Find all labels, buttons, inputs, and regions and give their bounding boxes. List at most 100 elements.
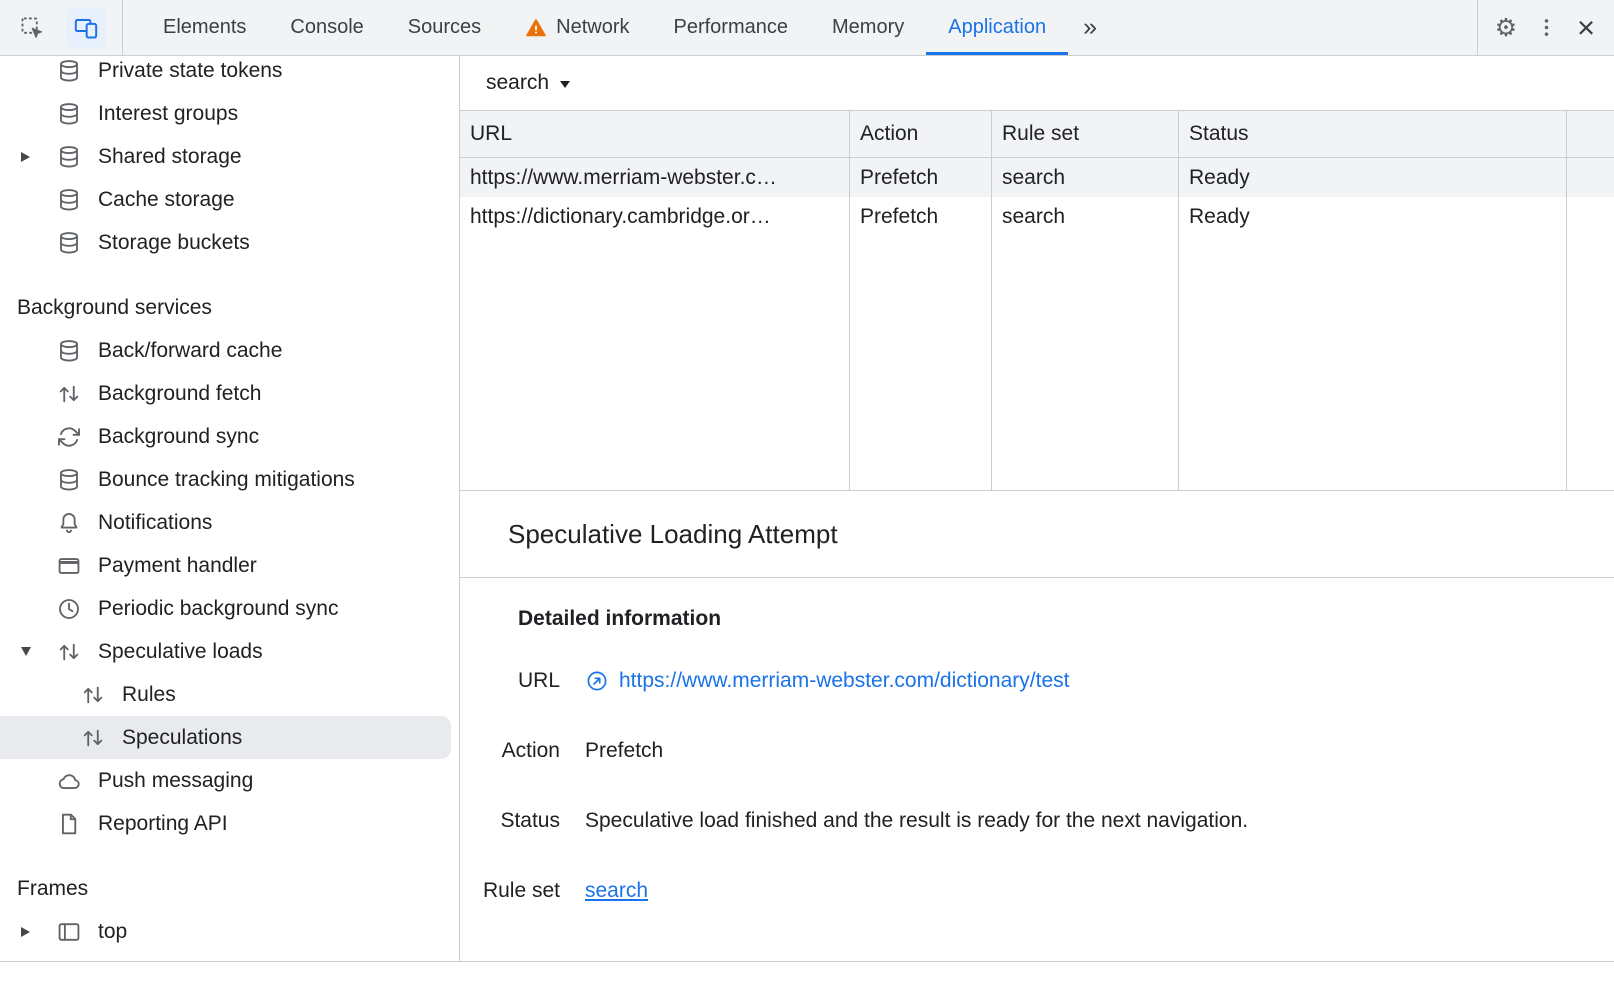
swap-vertical-icon: [80, 725, 106, 751]
database-icon: [56, 58, 82, 84]
tab-memory[interactable]: Memory: [810, 0, 926, 55]
settings-button[interactable]: ⚙: [1486, 8, 1526, 48]
sidebar-tree: Private state tokens Interest groups Sha…: [0, 56, 459, 953]
cell-rule-set-0[interactable]: search: [992, 158, 1179, 197]
tab-performance[interactable]: Performance: [652, 0, 811, 55]
details-pane: Detailed information URL https://www.mer…: [460, 578, 1614, 926]
detail-row-rule-set: Rule set search: [460, 856, 1614, 926]
sidebar-item-storage-buckets[interactable]: Storage buckets: [0, 221, 459, 264]
tab-sources[interactable]: Sources: [386, 0, 503, 55]
sidebar-item-label: Interest groups: [98, 102, 238, 126]
rule-set-link[interactable]: search: [585, 879, 648, 903]
document-icon: [56, 811, 82, 837]
reveal-icon[interactable]: [585, 669, 609, 693]
sidebar-item-cache-storage[interactable]: Cache storage: [0, 178, 459, 221]
close-devtools-button[interactable]: ×: [1566, 8, 1606, 48]
tab-network[interactable]: Network: [503, 0, 651, 55]
sidebar-item-label: Periodic background sync: [98, 597, 338, 621]
sidebar-item-label: Payment handler: [98, 554, 257, 578]
detail-row-status: Status Speculative load finished and the…: [460, 786, 1614, 856]
detail-label: Rule set: [460, 879, 560, 903]
sidebar-section-background-services: Background services: [0, 286, 459, 329]
tab-console[interactable]: Console: [268, 0, 385, 55]
sidebar-item-speculations[interactable]: Speculations: [0, 716, 451, 759]
kebab-menu-icon: [1534, 15, 1559, 40]
tab-application[interactable]: Application: [926, 0, 1068, 55]
inspect-element-button[interactable]: [12, 8, 52, 48]
devtools-toolbar: Elements Console Sources Network Perform…: [0, 0, 1614, 56]
chevron-down-icon: [560, 81, 570, 88]
device-toolbar-button[interactable]: [66, 8, 106, 48]
chevron-double-right-icon: »: [1083, 13, 1097, 42]
database-icon: [56, 101, 82, 127]
row-filler: [1567, 158, 1614, 197]
row-filler: [1567, 197, 1614, 236]
grid-filler: [460, 236, 850, 490]
detail-row-action: Action Prefetch: [460, 716, 1614, 786]
toolbar-left: Elements Console Sources Network Perform…: [0, 0, 1112, 55]
devtools-window: Elements Console Sources Network Perform…: [0, 0, 1614, 962]
grid-header-filler: [1567, 111, 1614, 158]
more-tabs-button[interactable]: »: [1068, 0, 1112, 55]
tab-label: Sources: [408, 16, 481, 39]
column-header-action[interactable]: Action: [850, 111, 992, 158]
sidebar-item-private-state-tokens[interactable]: Private state tokens: [0, 56, 459, 92]
tab-label: Console: [290, 16, 363, 39]
attempt-url-link[interactable]: https://www.merriam-webster.com/dictiona…: [619, 669, 1069, 693]
grid-filler: [1567, 236, 1614, 490]
sidebar-item-back-forward-cache[interactable]: Back/forward cache: [0, 329, 459, 372]
sidebar-item-label: Background fetch: [98, 382, 261, 406]
more-options-button[interactable]: [1526, 8, 1566, 48]
tab-elements[interactable]: Elements: [141, 0, 268, 55]
bell-icon: [56, 510, 82, 536]
sidebar-item-label: Shared storage: [98, 145, 242, 169]
sidebar-section-frames: Frames: [0, 867, 459, 910]
tab-label: Elements: [163, 16, 246, 39]
detail-label: URL: [460, 669, 560, 693]
sidebar-item-interest-groups[interactable]: Interest groups: [0, 92, 459, 135]
database-icon: [56, 338, 82, 364]
inspect-icon: [19, 15, 45, 41]
collapse-arrow-icon[interactable]: [14, 647, 56, 656]
sidebar-item-reporting-api[interactable]: Reporting API: [0, 802, 459, 845]
grid-filler: [850, 236, 992, 490]
sidebar-item-bounce-tracking-mitigations[interactable]: Bounce tracking mitigations: [0, 458, 459, 501]
sidebar-item-periodic-background-sync[interactable]: Periodic background sync: [0, 587, 459, 630]
cell-status-0[interactable]: Ready: [1179, 158, 1567, 197]
sidebar-item-background-sync[interactable]: Background sync: [0, 415, 459, 458]
sidebar-item-shared-storage[interactable]: Shared storage: [0, 135, 459, 178]
sidebar-item-top-frame[interactable]: top: [0, 910, 459, 953]
detail-label: Action: [460, 739, 560, 763]
grid-filler: [992, 236, 1179, 490]
cell-action-0[interactable]: Prefetch: [850, 158, 992, 197]
sidebar-item-speculative-loads[interactable]: Speculative loads: [0, 630, 459, 673]
toolbar-separator: [122, 0, 123, 55]
sidebar-item-label: Private state tokens: [98, 59, 282, 83]
sidebar-item-label: Push messaging: [98, 769, 253, 793]
cell-action-1[interactable]: Prefetch: [850, 197, 992, 236]
cell-status-1[interactable]: Ready: [1179, 197, 1567, 236]
column-header-url[interactable]: URL: [460, 111, 850, 158]
expand-arrow-icon[interactable]: [14, 927, 56, 937]
column-header-rule-set[interactable]: Rule set: [992, 111, 1179, 158]
swap-vertical-icon: [56, 639, 82, 665]
tab-label: Network: [556, 16, 629, 39]
sidebar-item-payment-handler[interactable]: Payment handler: [0, 544, 459, 587]
panel-tabs: Elements Console Sources Network Perform…: [141, 0, 1112, 55]
sidebar-item-background-fetch[interactable]: Background fetch: [0, 372, 459, 415]
ruleset-filter-select[interactable]: search: [486, 71, 570, 95]
cell-url-1[interactable]: https://dictionary.cambridge.or…: [460, 197, 850, 236]
cell-rule-set-1[interactable]: search: [992, 197, 1179, 236]
cloud-icon: [56, 768, 82, 794]
sidebar-item-notifications[interactable]: Notifications: [0, 501, 459, 544]
sidebar-item-push-messaging[interactable]: Push messaging: [0, 759, 459, 802]
sidebar-item-label: Cache storage: [98, 188, 235, 212]
expand-arrow-icon[interactable]: [14, 152, 56, 162]
detail-label: Status: [460, 809, 560, 833]
column-header-status[interactable]: Status: [1179, 111, 1567, 158]
sidebar-item-rules[interactable]: Rules: [0, 673, 459, 716]
tab-label: Performance: [674, 16, 789, 39]
cell-url-0[interactable]: https://www.merriam-webster.c…: [460, 158, 850, 197]
payment-card-icon: [56, 553, 82, 579]
details-heading: Detailed information: [518, 604, 1614, 634]
